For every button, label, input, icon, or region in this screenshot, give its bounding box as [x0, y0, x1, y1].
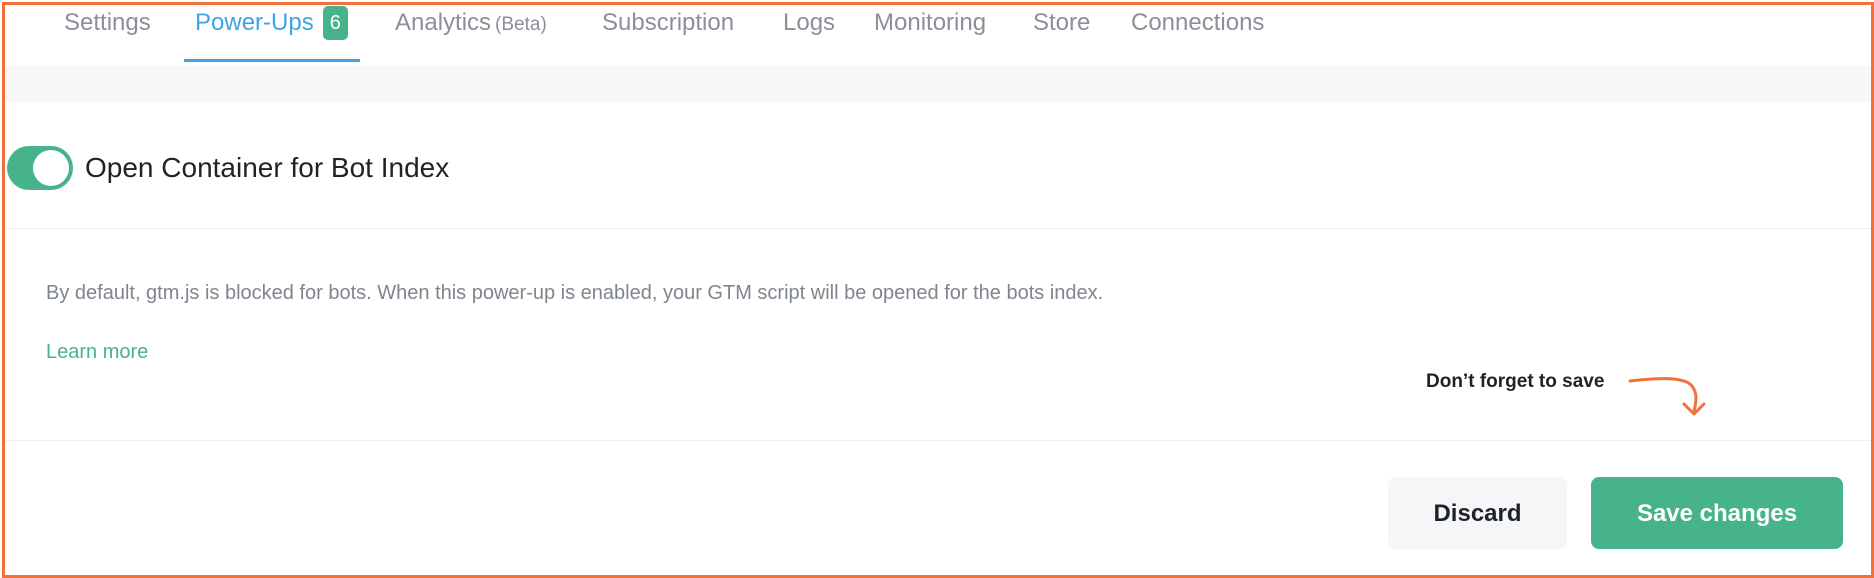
active-tab-indicator: [184, 59, 360, 62]
save-hint: Don’t forget to save: [1426, 371, 1605, 392]
tab-logs[interactable]: Logs: [783, 5, 835, 66]
toggle-knob: [33, 150, 69, 186]
tab-subscription[interactable]: Subscription: [602, 5, 734, 66]
divider: [5, 228, 1871, 229]
power-up-toggle[interactable]: [7, 146, 73, 190]
divider: [5, 440, 1871, 441]
tab-label: Monitoring: [874, 9, 987, 36]
tab-label: Subscription: [602, 9, 735, 36]
discard-button[interactable]: Discard: [1388, 477, 1567, 549]
learn-more-link[interactable]: Learn more: [46, 338, 148, 366]
section-spacer: [5, 66, 1871, 102]
save-changes-button[interactable]: Save changes: [1591, 477, 1843, 549]
tab-bar: Settings Power-Ups 6 Analytics (Beta) Subs…: [5, 5, 1871, 66]
tab-label: Logs: [783, 9, 836, 36]
tab-settings[interactable]: Settings: [64, 5, 151, 66]
tab-monitoring[interactable]: Monitoring: [874, 5, 986, 66]
tab-power-ups[interactable]: Power-Ups 6: [195, 5, 348, 66]
power-up-description: By default, gtm.js is blocked for bots. …: [46, 282, 1104, 304]
curved-arrow-icon: [1628, 377, 1706, 416]
tab-label: Connections: [1131, 9, 1265, 36]
tab-store[interactable]: Store: [1033, 5, 1090, 66]
beta-label: (Beta): [495, 14, 547, 35]
tab-connections[interactable]: Connections: [1131, 5, 1264, 66]
power-up-title: Open Container for Bot Index: [85, 152, 450, 183]
tab-label: Settings: [64, 9, 151, 36]
tab-label: Store: [1033, 9, 1091, 36]
tab-label: Analytics: [395, 9, 492, 36]
count-badge: 6: [322, 6, 348, 40]
tab-analytics[interactable]: Analytics (Beta): [395, 5, 547, 66]
tab-label: Power-Ups: [195, 9, 314, 36]
